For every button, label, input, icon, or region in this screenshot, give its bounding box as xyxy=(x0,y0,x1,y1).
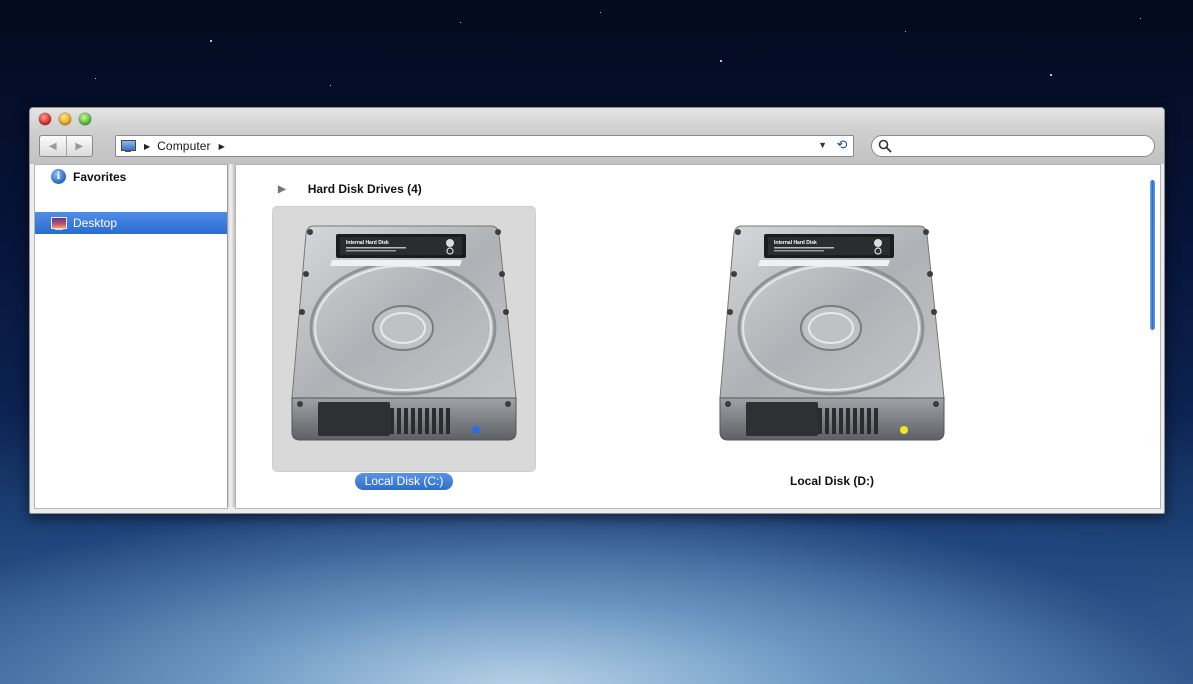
address-dropdown-icon[interactable]: ▼ xyxy=(818,140,827,150)
sidebar-item-desktop[interactable]: Desktop xyxy=(35,212,227,234)
disclosure-triangle-icon[interactable]: ▶ xyxy=(278,184,286,195)
sidebar: i Favorites Desktop xyxy=(34,164,228,509)
content-pane: ▶ Hard Disk Drives (4) Internal Hard Dis… xyxy=(235,164,1161,509)
desktop-background: ◀ ▶ ▶ Computer ▶ ▼ ⟲ i Favorites Desktop… xyxy=(0,0,1193,684)
group-header-label: Hard Disk Drives (4) xyxy=(307,182,422,196)
back-button[interactable]: ◀ xyxy=(40,136,66,156)
svg-text:Internal Hard Disk: Internal Hard Disk xyxy=(346,240,389,246)
vertical-scrollbar[interactable] xyxy=(1150,180,1155,330)
computer-icon xyxy=(120,139,136,153)
title-bar[interactable]: ◀ ▶ ▶ Computer ▶ ▼ ⟲ xyxy=(30,108,1164,164)
desktop-icon xyxy=(51,216,67,230)
breadcrumb-computer[interactable]: Computer xyxy=(157,139,211,153)
forward-arrow-icon: ▶ xyxy=(75,140,84,152)
refresh-icon[interactable]: ⟲ xyxy=(835,138,849,152)
svg-text:Internal Hard Disk: Internal Hard Disk xyxy=(774,240,817,246)
zoom-button[interactable] xyxy=(79,113,91,125)
address-bar[interactable]: ▶ Computer ▶ ▼ ⟲ xyxy=(115,135,854,157)
finder-window: ◀ ▶ ▶ Computer ▶ ▼ ⟲ i Favorites Desktop… xyxy=(29,107,1165,514)
minimize-button[interactable] xyxy=(59,113,71,125)
drive-label[interactable]: Local Disk (C:) xyxy=(272,473,536,490)
hard-drive-icon: Internal Hard Disk xyxy=(719,225,945,441)
search-icon xyxy=(878,139,892,153)
drive-label[interactable]: Local Disk (D:) xyxy=(700,474,964,488)
navigation-buttons: ◀ ▶ xyxy=(39,135,93,157)
search-input[interactable] xyxy=(871,135,1155,157)
hard-drive-icon: Internal Hard Disk xyxy=(291,225,517,441)
drive-item-c[interactable]: Internal Hard Disk Local Disk (C:) xyxy=(272,206,536,490)
drive-item-d[interactable]: Internal Hard Disk Local Disk (D:) xyxy=(700,206,964,488)
group-header[interactable]: ▶ Hard Disk Drives (4) xyxy=(278,182,422,196)
back-arrow-icon: ◀ xyxy=(48,140,57,152)
sidebar-item-label: Desktop xyxy=(73,216,118,230)
sidebar-favorites-header[interactable]: i Favorites xyxy=(51,169,126,184)
info-icon: i xyxy=(51,169,66,184)
forward-button[interactable]: ▶ xyxy=(65,136,93,156)
close-button[interactable] xyxy=(39,113,51,125)
favorites-label: Favorites xyxy=(73,169,127,184)
breadcrumb-separator-icon[interactable]: ▶ xyxy=(144,142,150,151)
breadcrumb-expand-icon[interactable]: ▶ xyxy=(219,142,225,151)
